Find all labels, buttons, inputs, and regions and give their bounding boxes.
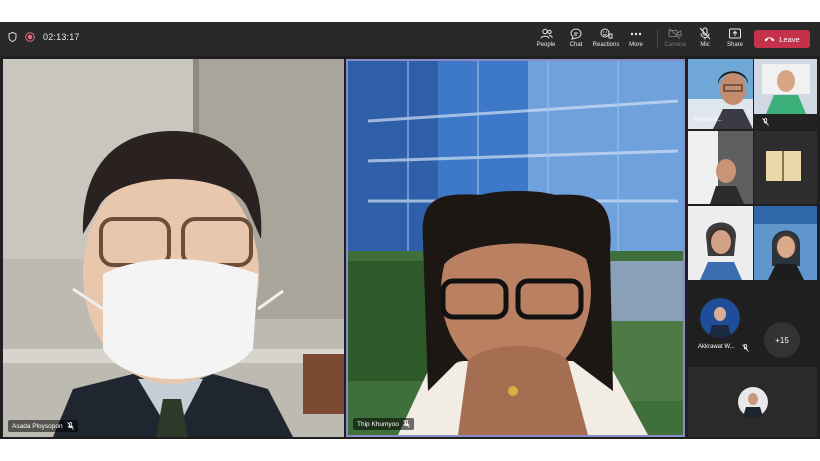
participant-video [688,206,753,280]
mic-button[interactable]: Mic [690,27,720,48]
side-tile-5[interactable] [688,206,753,280]
video-tile-active-speaker[interactable]: Thip Khumyoo [346,59,685,437]
participant-video [3,59,344,437]
side-tile-1[interactable]: Pornluck... [688,59,753,129]
avatar[interactable] [700,298,740,338]
overflow-participants-button[interactable]: +15 [764,322,800,358]
side-tile-6[interactable] [754,206,817,280]
participant-name-tag: Thip Khumyoo [353,418,414,430]
participant-name: Asada Ploysopon [12,422,63,430]
share-label: Share [726,42,743,48]
recording-icon [25,32,35,42]
participant-name: Akkrawat W... [698,344,735,350]
mic-muted-icon [403,420,410,428]
participant-video [754,59,817,114]
teams-meeting-window: 02:13:17 People Chat Reactions More Came… [0,22,820,439]
meeting-toolbar: 02:13:17 People Chat Reactions More Came… [0,22,820,56]
participant-video [754,131,817,204]
leave-label: Leave [779,34,800,44]
side-tile-4[interactable] [754,131,817,204]
camera-off-icon [668,28,682,39]
leave-button[interactable]: Leave [754,30,810,48]
participant-video [754,206,817,280]
chat-icon [570,27,582,40]
reactions-label: Reactions [592,42,620,48]
camera-label: Camera [664,42,686,48]
share-icon [729,28,741,39]
participant-video [348,61,683,435]
side-tile-2[interactable] [754,59,817,129]
camera-button[interactable]: Camera [660,27,690,48]
people-icon [540,28,553,39]
mic-off-icon [699,27,711,40]
meeting-timer: 02:13:17 [43,32,80,42]
video-tile-main-left[interactable]: Asada Ploysopon [3,59,344,437]
chat-button[interactable]: Chat [561,27,591,48]
shield-icon[interactable] [8,32,17,42]
reactions-button[interactable]: Reactions [591,27,621,48]
participant-name-tag: Asada Ploysopon [8,420,78,432]
self-view-tile[interactable] [688,367,817,437]
chat-label: Chat [569,42,583,48]
toolbar-divider [657,30,658,48]
mic-muted-icon [66,422,74,430]
mic-muted-icon [742,344,749,352]
side-tile-3[interactable] [688,131,753,204]
hang-up-icon [764,37,775,42]
share-button[interactable]: Share [720,27,750,48]
mic-label: Mic [700,42,710,48]
participant-video [688,131,753,204]
people-label: People [536,42,556,48]
mic-muted-icon [762,118,769,126]
participant-name: Thip Khumyoo [357,420,399,428]
people-button[interactable]: People [531,27,561,48]
more-button[interactable]: More [621,27,651,48]
reactions-icon [600,28,612,38]
more-label: More [629,42,643,48]
more-icon [630,32,642,35]
avatar [738,387,768,417]
participant-name: Pornluck... [694,117,723,123]
